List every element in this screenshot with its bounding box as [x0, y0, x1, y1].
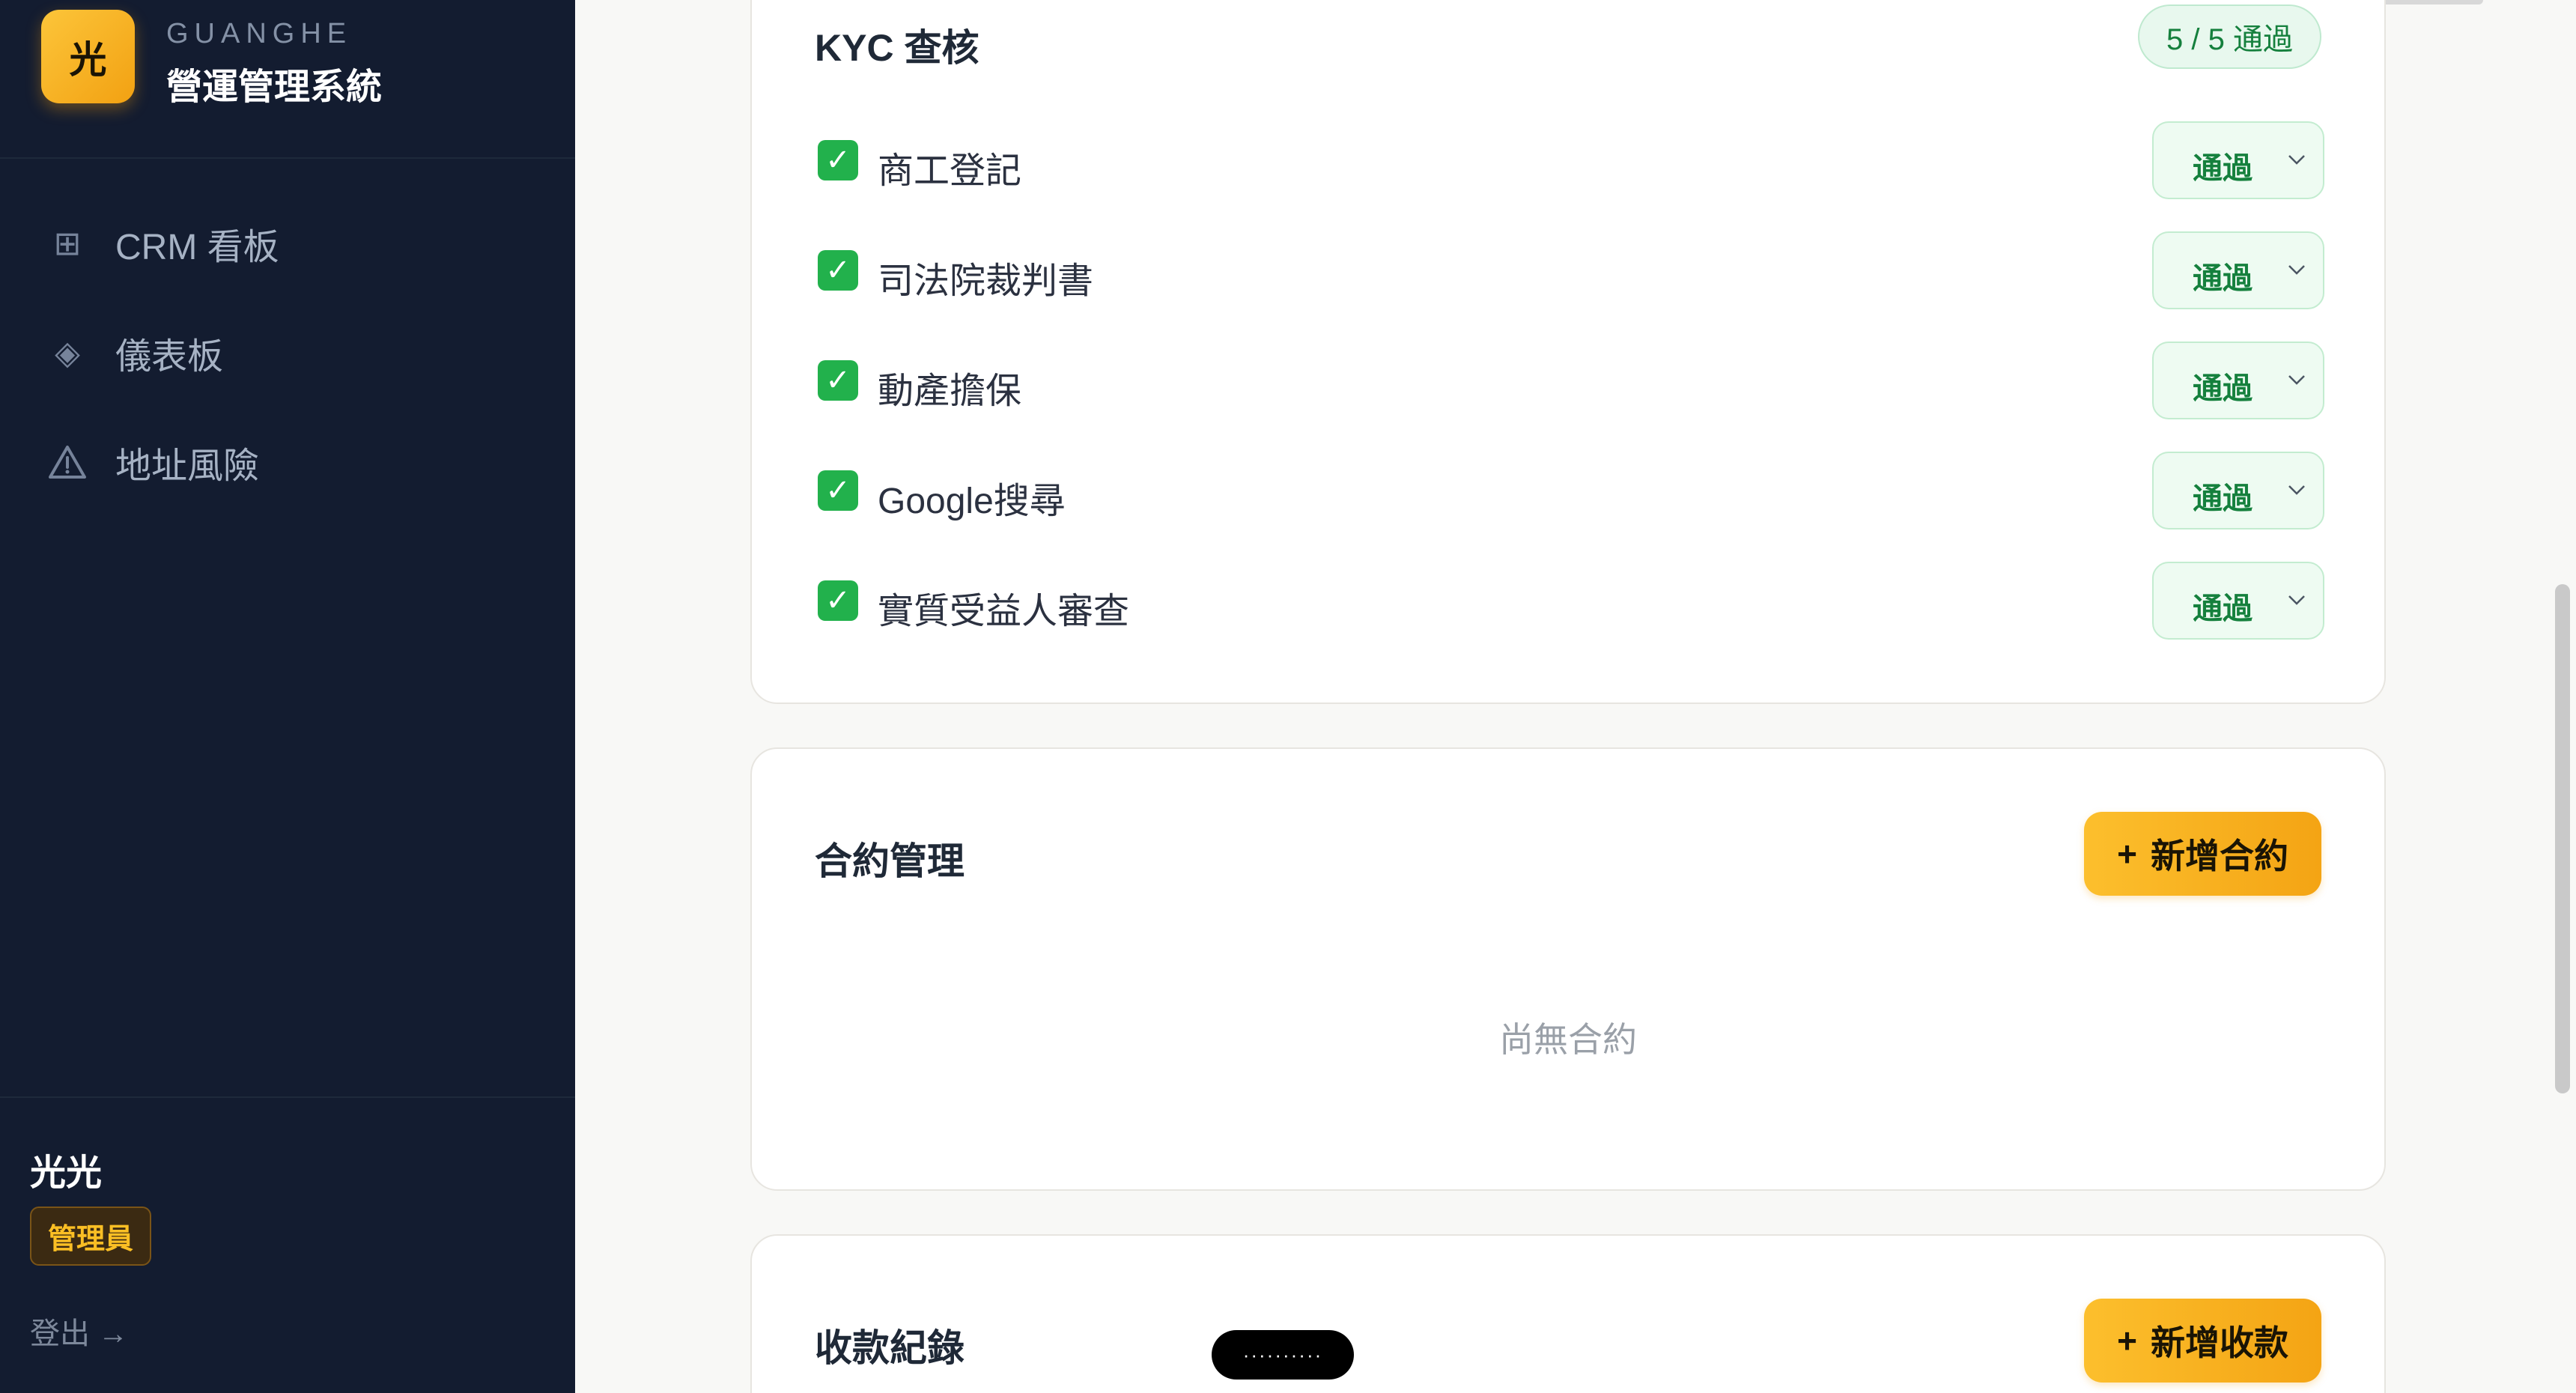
kyc-status-select[interactable]: 通過 [2152, 562, 2324, 640]
warning-triangle-svg [49, 446, 86, 479]
payments-title: 收款紀錄 [815, 1327, 965, 1369]
kyc-item-label: 動產擔保 [878, 371, 1022, 411]
payments-card: 收款紀錄 + 新增收款 [750, 1234, 2386, 1393]
diamond-icon: ◈ [55, 334, 80, 371]
sidebar-item-crm-board[interactable]: ⊞ CRM 看板 [45, 210, 279, 277]
kyc-status-select[interactable]: 通過 [2152, 121, 2324, 199]
chevron-down-icon [2288, 595, 2305, 605]
chevron-down-icon [2288, 485, 2305, 495]
add-payment-label: 新增收款 [2151, 1323, 2288, 1362]
status-value: 通過 [2193, 262, 2253, 295]
warning-triangle-icon [45, 444, 90, 480]
plus-icon: + [2117, 1321, 2137, 1360]
kyc-row-business-registration: ✓ 商工登記 通過 [815, 121, 2324, 199]
scrollbar-thumb[interactable] [2555, 584, 2570, 1093]
chevron-down-icon [2288, 375, 2305, 385]
checkmark-icon: ✓ [818, 250, 858, 291]
add-payment-button[interactable]: + 新增收款 [2084, 1299, 2321, 1383]
brand-header: 光 GUANGHE 營運管理系統 [0, 0, 575, 159]
sidebar: 光 GUANGHE 營運管理系統 ⊞ CRM 看板 ◈ 儀表板 地址風險 光光 … [0, 0, 575, 1393]
kyc-row-judicial-records: ✓ 司法院裁判書 通過 [815, 231, 2324, 309]
kyc-row-google-search: ✓ Google搜尋 通過 [815, 452, 2324, 529]
sidebar-item-address-risk[interactable]: 地址風險 [45, 428, 259, 496]
kyc-status-select[interactable]: 通過 [2152, 231, 2324, 309]
kyc-item-label: 司法院裁判書 [878, 261, 1094, 301]
sidebar-item-label: 儀表板 [115, 337, 224, 377]
contracts-card: 合約管理 + 新增合約 尚無合約 [750, 747, 2386, 1191]
kyc-status-select[interactable]: 通過 [2152, 342, 2324, 419]
checkmark-icon: ✓ [818, 470, 858, 511]
kyc-row-beneficial-owner: ✓ 實質受益人審查 通過 [815, 562, 2324, 640]
app-logo[interactable]: 光 [41, 10, 135, 103]
kyc-row-chattel-mortgage: ✓ 動產擔保 通過 [815, 342, 2324, 419]
sidebar-item-label: 地址風險 [115, 446, 260, 486]
contracts-title: 合約管理 [815, 840, 965, 882]
kyc-title: KYC 查核 [815, 27, 979, 69]
logout-link[interactable]: 登出 → [30, 1309, 128, 1353]
sidebar-item-dashboard[interactable]: ◈ 儀表板 [45, 319, 223, 386]
user-panel: 光光 管理員 登出 → [0, 1096, 575, 1393]
kyc-item-label: 商工登記 [878, 151, 1022, 191]
status-value: 通過 [2193, 592, 2253, 625]
user-name: 光光 [30, 1153, 103, 1193]
floating-pill[interactable]: ·········· [1212, 1330, 1354, 1380]
checkmark-icon: ✓ [818, 580, 858, 621]
kyc-item-label: 實質受益人審查 [878, 592, 1130, 631]
checkmark-icon: ✓ [818, 360, 858, 401]
checkmark-icon: ✓ [818, 140, 858, 180]
add-contract-button[interactable]: + 新增合約 [2084, 812, 2321, 896]
brand-subtitle: GUANGHE [166, 18, 353, 49]
plus-icon: + [2117, 834, 2137, 873]
kyc-status-select[interactable]: 通過 [2152, 452, 2324, 529]
add-contract-label: 新增合約 [2151, 837, 2288, 875]
empty-state-text: 尚無合約 [1499, 1020, 1637, 1059]
kyc-summary-badge: 5 / 5 通過 [2138, 4, 2321, 69]
grid-icon: ⊞ [53, 225, 82, 262]
chevron-down-icon [2288, 265, 2305, 275]
kyc-card: KYC 查核 5 / 5 通過 ✓ 商工登記 通過 ✓ 司法院裁判書 通過 ✓ … [750, 0, 2386, 704]
status-value: 通過 [2193, 152, 2253, 185]
sidebar-item-label: CRM 看板 [115, 228, 279, 267]
brand-title: 營運管理系統 [166, 67, 383, 107]
chevron-down-icon [2288, 155, 2305, 165]
kyc-item-label: Google搜尋 [878, 482, 1066, 521]
status-value: 通過 [2193, 482, 2253, 515]
role-badge: 管理員 [30, 1207, 152, 1266]
status-value: 通過 [2193, 372, 2253, 405]
